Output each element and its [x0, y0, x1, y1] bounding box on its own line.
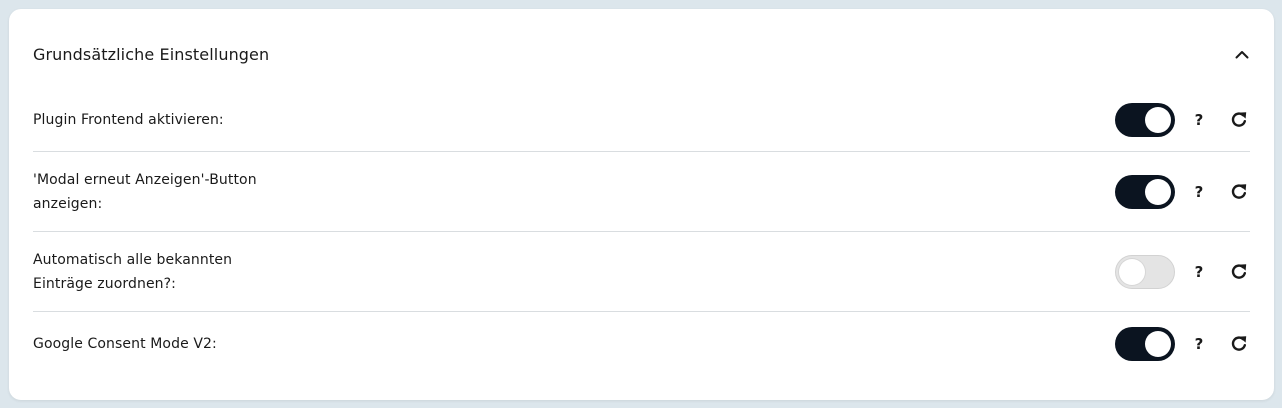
help-button[interactable]: ?: [1188, 263, 1210, 281]
setting-label: Google Consent Mode V2:: [33, 336, 217, 352]
setting-controls: ?: [1115, 327, 1250, 361]
help-button[interactable]: ?: [1188, 335, 1210, 353]
toggle-knob: [1119, 258, 1145, 285]
settings-list: Plugin Frontend aktivieren: ? 'Modal ern…: [33, 89, 1250, 376]
reset-icon[interactable]: [1228, 109, 1250, 131]
reset-icon[interactable]: [1228, 333, 1250, 355]
section-header[interactable]: Grundsätzliche Einstellungen: [33, 41, 1250, 67]
setting-controls: ?: [1115, 174, 1250, 209]
reset-icon[interactable]: [1228, 181, 1250, 203]
auto-assign-toggle[interactable]: [1115, 254, 1175, 289]
settings-card: Grundsätzliche Einstellungen Plugin Fron…: [9, 9, 1274, 400]
chevron-up-icon[interactable]: [1232, 44, 1252, 64]
toggle-knob: [1145, 331, 1171, 357]
consent-mode-toggle[interactable]: [1115, 327, 1175, 361]
section-title: Grundsätzliche Einstellungen: [33, 44, 270, 64]
modal-button-toggle[interactable]: [1115, 174, 1175, 209]
plugin-frontend-toggle[interactable]: [1115, 103, 1175, 137]
setting-label: 'Modal erneut Anzeigen'-Button anzeigen:: [33, 171, 257, 212]
help-button[interactable]: ?: [1188, 111, 1210, 129]
toggle-knob: [1145, 178, 1171, 205]
setting-row-consent-mode: Google Consent Mode V2: ?: [33, 312, 1250, 376]
setting-controls: ?: [1115, 254, 1250, 289]
setting-controls: ?: [1115, 103, 1250, 137]
help-button[interactable]: ?: [1188, 183, 1210, 201]
setting-row-auto-assign: Automatisch alle bekannten Einträge zuor…: [33, 232, 1250, 312]
setting-label: Automatisch alle bekannten Einträge zuor…: [33, 251, 233, 292]
setting-label: Plugin Frontend aktivieren:: [33, 112, 224, 128]
setting-row-modal-button: 'Modal erneut Anzeigen'-Button anzeigen:…: [33, 152, 1250, 232]
reset-icon[interactable]: [1228, 261, 1250, 283]
toggle-knob: [1145, 107, 1171, 133]
setting-row-plugin-frontend: Plugin Frontend aktivieren: ?: [33, 89, 1250, 152]
